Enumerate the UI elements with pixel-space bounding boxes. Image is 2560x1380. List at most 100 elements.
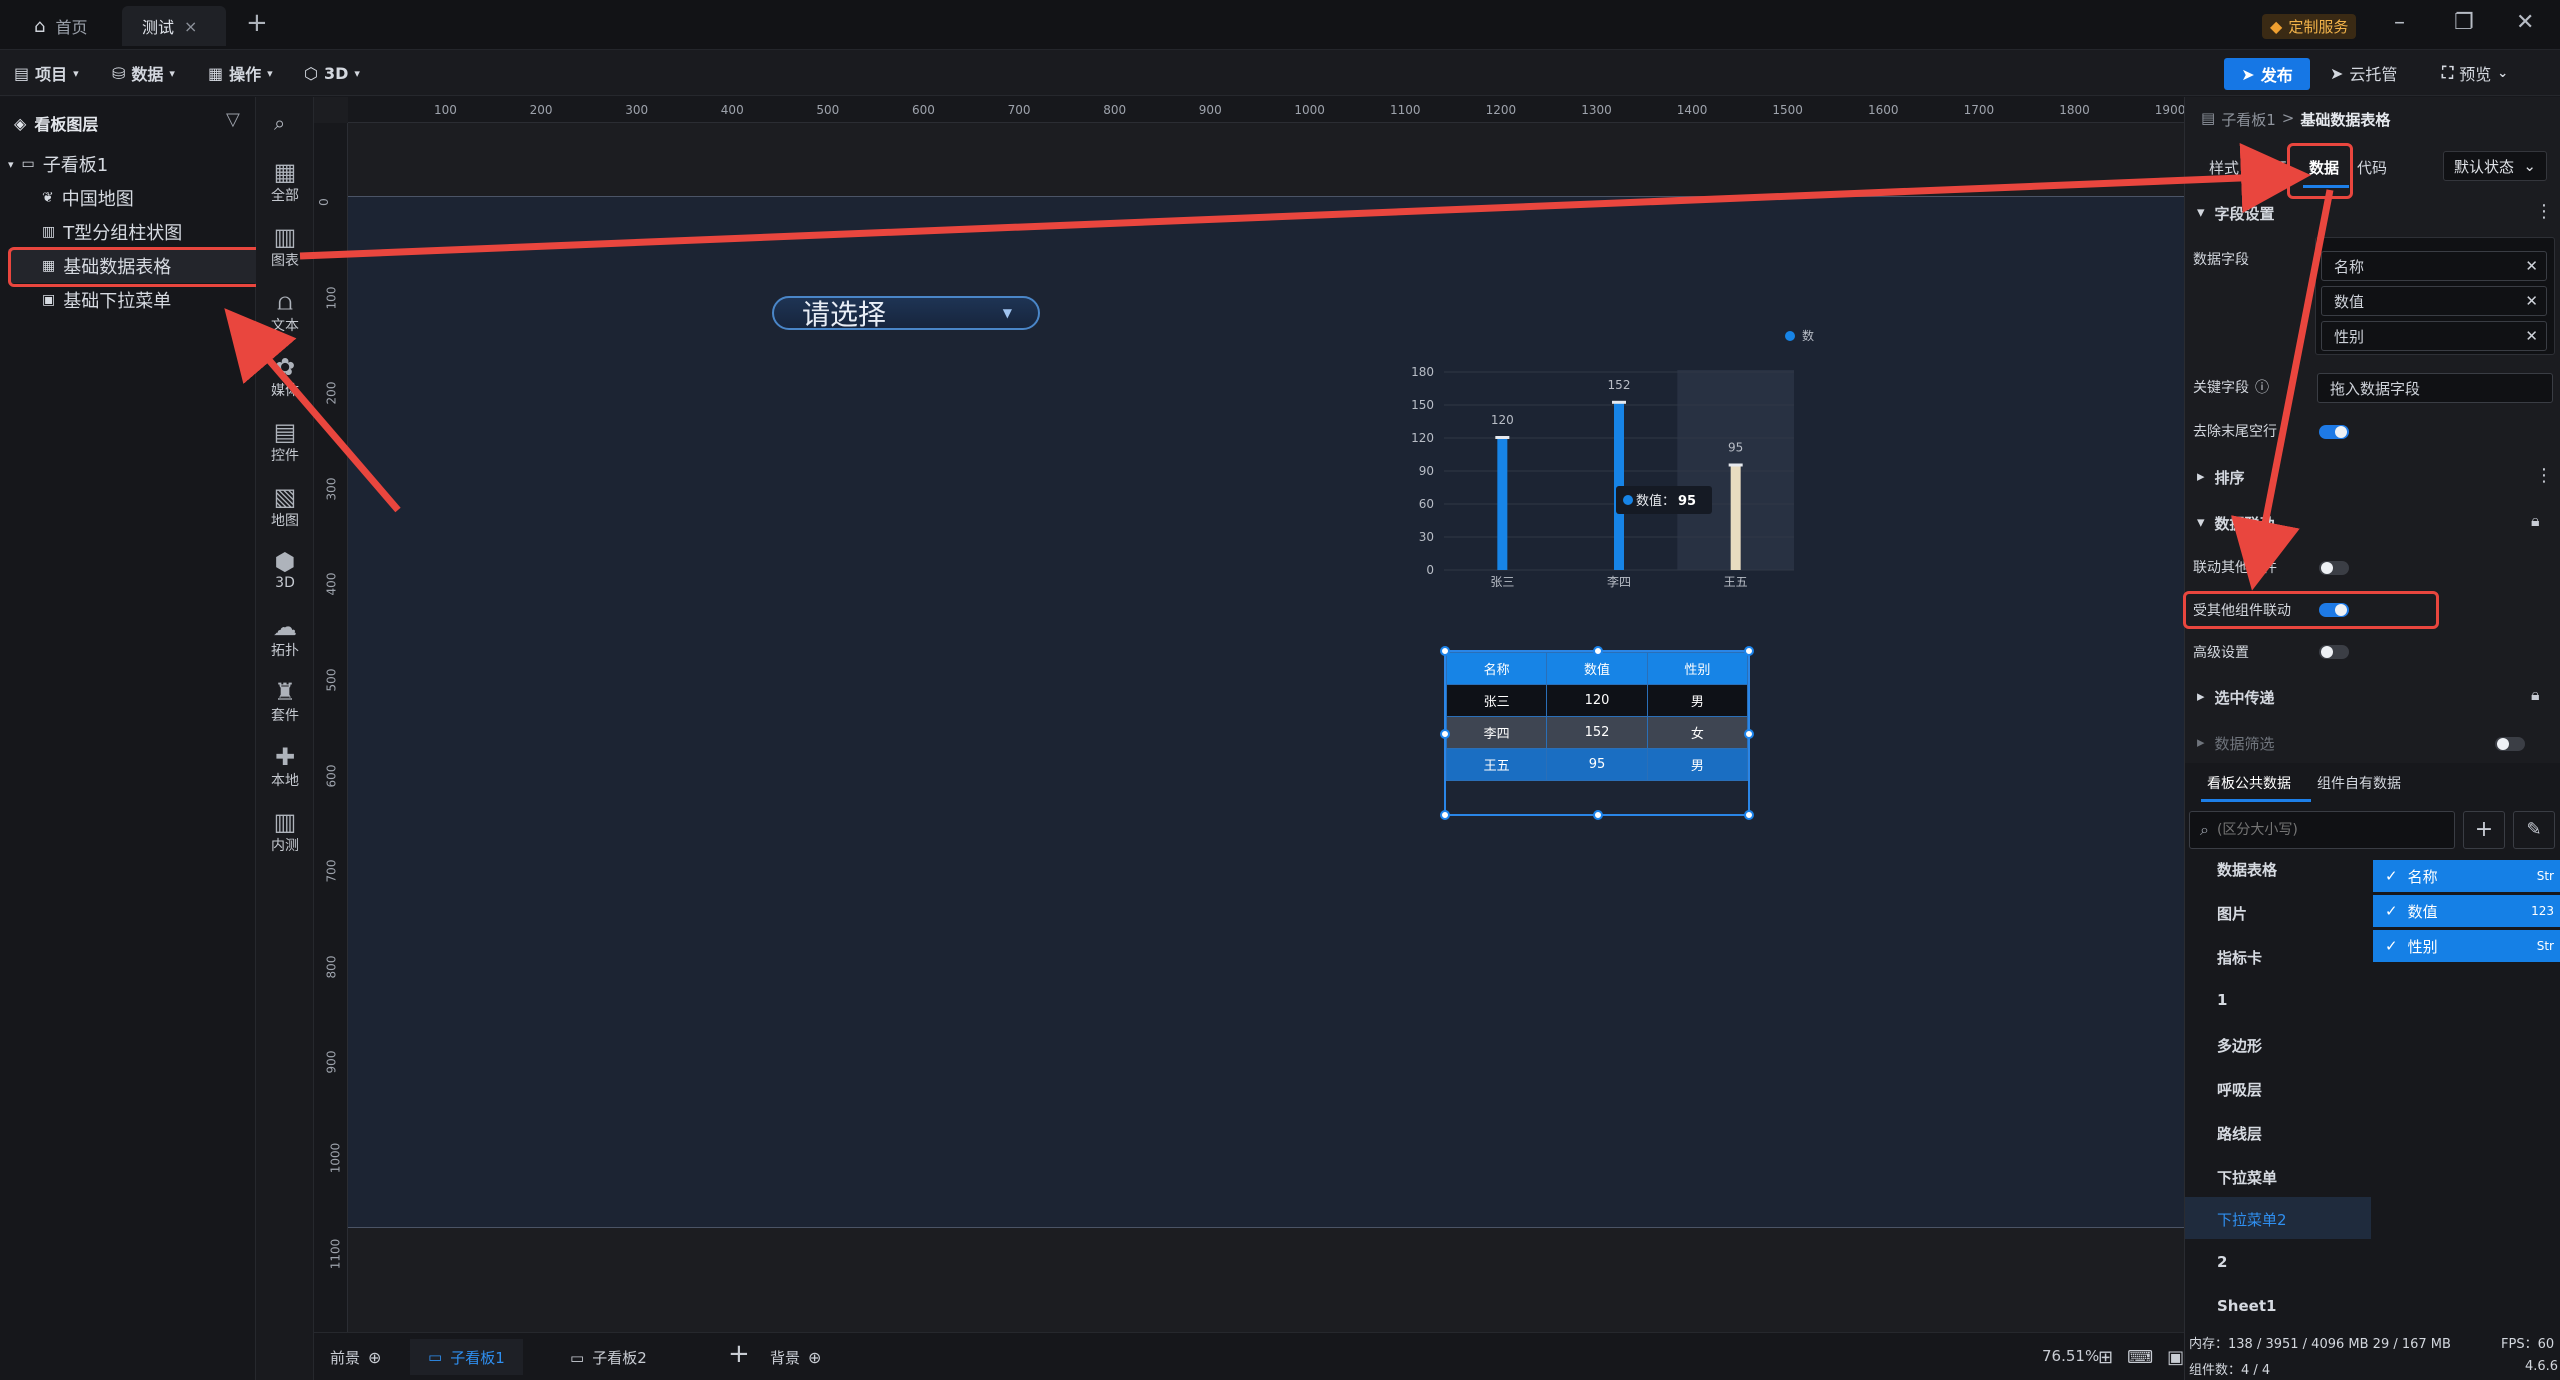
- board-canvas[interactable]: [348, 196, 2184, 1228]
- data-list-item[interactable]: 多边形: [2217, 1035, 2262, 1056]
- data-list-item[interactable]: 下拉菜单2: [2217, 1209, 2287, 1230]
- menu-3d[interactable]: ⬡ 3D ▾: [304, 60, 360, 86]
- menu-operation[interactable]: ▦ 操作 ▾: [208, 60, 273, 86]
- remove-icon[interactable]: ✕: [2525, 292, 2538, 310]
- category-local[interactable]: ✚ 本地: [256, 744, 314, 790]
- menu-data[interactable]: ⛁ 数据 ▾: [112, 60, 175, 86]
- zoom-level[interactable]: 76.51%: [2042, 1347, 2099, 1365]
- minimize-button[interactable]: –: [2394, 10, 2405, 35]
- category-text[interactable]: ⩍ 文本: [256, 289, 314, 335]
- background-tab[interactable]: 背景 ⊕: [770, 1347, 821, 1368]
- filter-icon[interactable]: ▽: [226, 109, 240, 130]
- state-select[interactable]: 默认状态 ⌄: [2443, 151, 2547, 181]
- cloud-button[interactable]: ➤ 云托管: [2330, 60, 2397, 86]
- trim-empty-toggle[interactable]: [2319, 425, 2349, 439]
- data-list-item[interactable]: 数据表格: [2217, 859, 2277, 880]
- more-icon[interactable]: ⋮: [2535, 201, 2553, 222]
- resize-handle[interactable]: [1440, 646, 1450, 656]
- more-icon[interactable]: ⋮: [2535, 465, 2553, 486]
- add-board-button[interactable]: +: [728, 1339, 750, 1369]
- data-field-item[interactable]: 名称 ✕: [2321, 251, 2547, 281]
- data-field-item[interactable]: 数值 ✕: [2321, 286, 2547, 316]
- close-window-button[interactable]: ✕: [2516, 10, 2534, 35]
- keyboard-icon[interactable]: ⌨: [2127, 1347, 2153, 1368]
- field-chip[interactable]: ✓ 性别 Str: [2373, 930, 2560, 962]
- key-field-input[interactable]: 拖入数据字段: [2317, 373, 2553, 403]
- add-data-button[interactable]: +: [2463, 811, 2505, 849]
- data-list-item[interactable]: 1: [2217, 991, 2227, 1009]
- foreground-tab[interactable]: 前景 ⊕: [330, 1347, 381, 1368]
- resize-handle[interactable]: [1744, 810, 1754, 820]
- lock-icon[interactable]: 🔒︎: [2531, 511, 2540, 531]
- publish-button[interactable]: ➤ 发布: [2224, 58, 2310, 90]
- link-others-toggle[interactable]: [2319, 561, 2349, 575]
- terminal-icon[interactable]: ▣: [2167, 1347, 2184, 1368]
- category-topology[interactable]: ☁ 拓扑: [256, 614, 314, 660]
- tab-home[interactable]: ⌂ 首页: [14, 6, 107, 46]
- category-all[interactable]: ▦ 全部: [256, 159, 314, 205]
- section-field-settings[interactable]: ▾ 字段设置: [2197, 203, 2275, 224]
- dropdown-widget[interactable]: 请选择 ▼: [772, 296, 1040, 331]
- filter-toggle[interactable]: [2495, 737, 2525, 751]
- breadcrumb-root[interactable]: 子看板1: [2221, 109, 2276, 130]
- lock-icon[interactable]: 🔒︎: [2531, 685, 2540, 705]
- category-map[interactable]: ▧ 地图: [256, 484, 314, 530]
- board1-tab[interactable]: ▭ 子看板1: [410, 1339, 523, 1375]
- search-icon[interactable]: ⌕: [274, 111, 285, 135]
- data-list-item[interactable]: 指标卡: [2217, 947, 2262, 968]
- add-circle-icon[interactable]: ⊕: [808, 1348, 821, 1367]
- board2-tab[interactable]: ▭ 子看板2: [570, 1347, 647, 1368]
- service-badge[interactable]: ◆ 定制服务: [2262, 14, 2357, 39]
- field-chip[interactable]: ✓ 名称 Str: [2373, 860, 2560, 892]
- tree-item-dropdown[interactable]: ▣ 基础下拉菜单: [42, 283, 171, 317]
- category-3d[interactable]: ⬢ 3D: [256, 549, 314, 591]
- section-sort[interactable]: ▸ 排序: [2197, 467, 2245, 488]
- resize-handle[interactable]: [1593, 646, 1603, 656]
- remove-icon[interactable]: ✕: [2525, 327, 2538, 345]
- tree-item-china-map[interactable]: ❦ 中国地图: [42, 181, 134, 215]
- field-chip[interactable]: ✓ 数值 123: [2373, 895, 2560, 927]
- section-selection[interactable]: ▸ 选中传递: [2197, 687, 2275, 708]
- data-list-item[interactable]: 下拉菜单: [2217, 1167, 2277, 1188]
- bar-chart-widget[interactable]: 0306090120150180120张三152李四95王五数值数值：95: [1394, 320, 1814, 600]
- data-list-item[interactable]: 2: [2217, 1253, 2227, 1271]
- section-filter[interactable]: ▸ 数据筛选: [2197, 733, 2275, 754]
- category-chart[interactable]: ▥ 图表: [256, 224, 314, 270]
- tab-test[interactable]: 测试 ×: [122, 6, 226, 46]
- restore-button[interactable]: ❐: [2454, 10, 2474, 35]
- tab-style[interactable]: 样式: [2209, 157, 2239, 178]
- remove-icon[interactable]: ✕: [2525, 257, 2538, 275]
- fit-icon[interactable]: ⊞: [2098, 1347, 2113, 1368]
- resize-handle[interactable]: [1744, 729, 1754, 739]
- help-icon[interactable]: ⓘ: [2255, 377, 2269, 397]
- resize-handle[interactable]: [1440, 810, 1450, 820]
- add-tab-button[interactable]: +: [246, 8, 268, 38]
- tab-interaction[interactable]: 交互: [2257, 157, 2287, 178]
- public-data-tab[interactable]: 看板公共数据: [2207, 773, 2291, 793]
- data-list-item[interactable]: 呼吸层: [2217, 1079, 2262, 1100]
- close-icon[interactable]: ×: [184, 17, 197, 36]
- category-media[interactable]: ✿ 媒体: [256, 354, 314, 400]
- category-kit[interactable]: ♜ 套件: [256, 679, 314, 725]
- tree-item-bar-chart[interactable]: ▥ T型分组柱状图: [42, 215, 182, 249]
- add-circle-icon[interactable]: ⊕: [368, 1348, 381, 1367]
- tree-item-board1[interactable]: ▾ ▭ 子看板1: [8, 147, 108, 181]
- table-widget[interactable]: 名称 数值 性别 张三 120 男 李四 152 女 王五 95 男: [1440, 646, 1754, 820]
- resize-handle[interactable]: [1593, 810, 1603, 820]
- edit-data-button[interactable]: ✎: [2513, 811, 2555, 849]
- resize-handle[interactable]: [1744, 646, 1754, 656]
- own-data-tab[interactable]: 组件自有数据: [2317, 773, 2401, 793]
- category-beta[interactable]: ▥ 内测: [256, 809, 314, 855]
- preview-button[interactable]: ⛶ 预览 ⌄: [2442, 60, 2508, 86]
- menu-project[interactable]: ▤ 项目 ▾: [14, 60, 79, 86]
- advanced-toggle[interactable]: [2319, 645, 2349, 659]
- category-control[interactable]: ▤ 控件: [256, 419, 314, 465]
- data-list-item[interactable]: 路线层: [2217, 1123, 2262, 1144]
- resize-handle[interactable]: [1440, 729, 1450, 739]
- section-linkage[interactable]: ▾ 数据联动: [2197, 513, 2275, 534]
- data-list-item[interactable]: Sheet1: [2217, 1297, 2276, 1315]
- tab-code[interactable]: 代码: [2357, 157, 2387, 178]
- data-search-box[interactable]: ⌕: [2189, 811, 2455, 849]
- data-search-input[interactable]: [2216, 822, 2427, 838]
- data-list-item[interactable]: 图片: [2217, 903, 2247, 924]
